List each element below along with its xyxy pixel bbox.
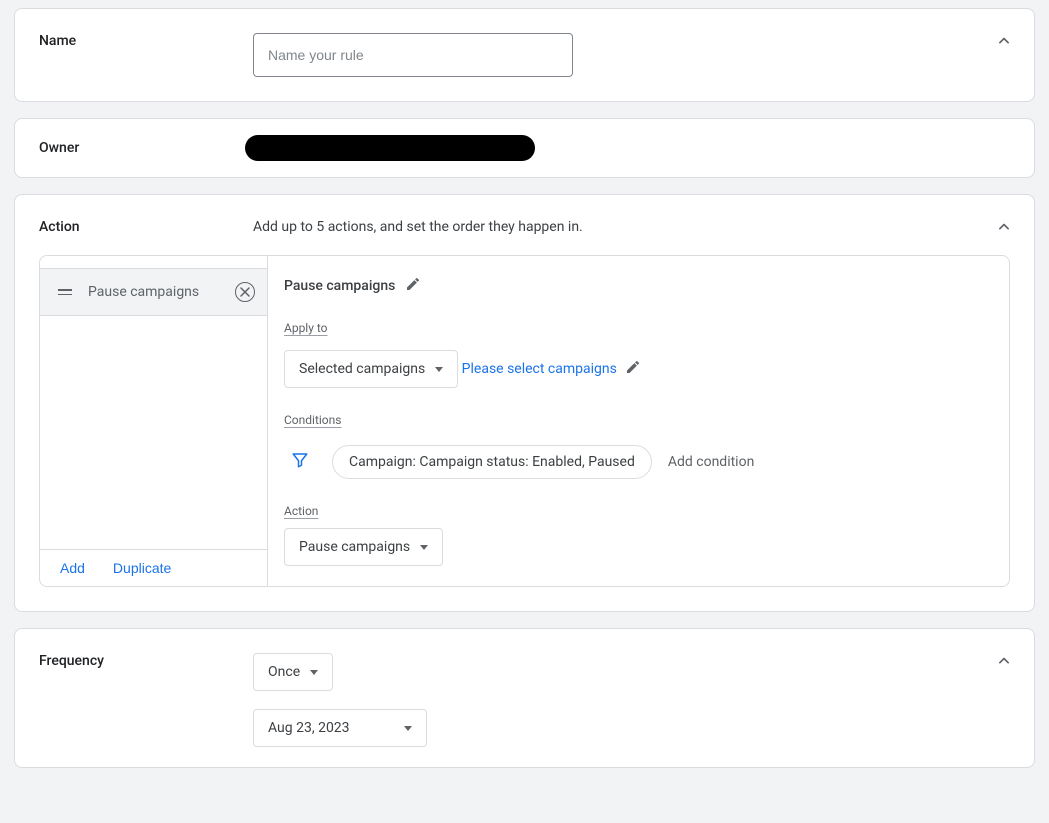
apply-to-value: Selected campaigns — [299, 361, 425, 377]
action-card-header: Action Add up to 5 actions, and set the … — [15, 195, 1034, 255]
action-label: Action — [39, 219, 253, 235]
frequency-dropdown[interactable]: Once — [253, 653, 333, 691]
name-card-header: Name — [15, 9, 1034, 101]
owner-label: Owner — [39, 140, 253, 156]
select-campaigns-link[interactable]: Please select campaigns — [462, 359, 641, 379]
add-condition-button[interactable]: Add condition — [668, 454, 754, 470]
action-description: Add up to 5 actions, and set the order t… — [253, 219, 1010, 235]
action-body: Pause campaigns Add Duplicate Pause camp… — [39, 255, 1010, 587]
action-sidebar: Pause campaigns Add Duplicate — [40, 256, 268, 586]
filter-icon — [284, 451, 316, 473]
dropdown-arrow-icon — [435, 367, 443, 372]
dropdown-arrow-icon — [310, 670, 318, 675]
action-value: Pause campaigns — [299, 539, 410, 555]
conditions-label: Conditions — [284, 413, 341, 427]
action-detail: Pause campaigns Apply to Selected campai… — [268, 256, 1009, 586]
collapse-frequency-icon[interactable] — [994, 651, 1014, 675]
owner-card: Owner — [14, 118, 1035, 178]
add-action-button[interactable]: Add — [60, 560, 85, 576]
collapse-action-icon[interactable] — [994, 217, 1014, 241]
conditions-section: Conditions Campaign: Campaign status: En… — [284, 412, 993, 479]
name-label: Name — [39, 33, 253, 49]
frequency-content: Once Aug 23, 2023 — [253, 653, 1010, 767]
edit-title-icon[interactable] — [405, 276, 421, 296]
select-campaigns-text: Please select campaigns — [462, 361, 617, 377]
conditions-row: Campaign: Campaign status: Enabled, Paus… — [284, 445, 993, 479]
dropdown-arrow-icon — [404, 726, 412, 731]
duplicate-action-button[interactable]: Duplicate — [113, 560, 171, 576]
edit-campaigns-icon[interactable] — [625, 359, 641, 379]
remove-action-icon[interactable] — [235, 282, 255, 302]
collapse-name-icon[interactable] — [994, 31, 1014, 55]
detail-title: Pause campaigns — [284, 278, 395, 294]
action-item-label: Pause campaigns — [88, 284, 235, 300]
frequency-card: Frequency Once Aug 23, 2023 — [14, 628, 1035, 768]
action-sublabel: Action — [284, 504, 318, 518]
action-card: Action Add up to 5 actions, and set the … — [14, 194, 1035, 612]
owner-value-redacted — [245, 135, 535, 161]
frequency-label: Frequency — [39, 653, 253, 669]
sidebar-spacer — [40, 316, 267, 549]
apply-to-label: Apply to — [284, 321, 328, 335]
owner-row: Owner — [15, 119, 1034, 177]
frequency-value: Once — [268, 664, 300, 680]
drag-handle-icon[interactable] — [58, 289, 72, 295]
date-value: Aug 23, 2023 — [268, 720, 350, 736]
sidebar-footer: Add Duplicate — [40, 549, 267, 586]
dropdown-arrow-icon — [420, 545, 428, 550]
date-dropdown[interactable]: Aug 23, 2023 — [253, 709, 427, 747]
action-dropdown[interactable]: Pause campaigns — [284, 528, 443, 566]
action-sidebar-item[interactable]: Pause campaigns — [40, 268, 267, 316]
frequency-header: Frequency Once Aug 23, 2023 — [15, 629, 1034, 767]
apply-to-dropdown[interactable]: Selected campaigns — [284, 350, 458, 388]
rule-name-input[interactable] — [253, 33, 573, 77]
action-subsection: Action Pause campaigns — [284, 503, 993, 566]
condition-chip[interactable]: Campaign: Campaign status: Enabled, Paus… — [332, 445, 652, 479]
detail-title-row: Pause campaigns — [284, 276, 993, 296]
name-content — [253, 33, 1010, 77]
name-card: Name — [14, 8, 1035, 102]
apply-to-section: Apply to Selected campaigns Please selec… — [284, 320, 993, 388]
